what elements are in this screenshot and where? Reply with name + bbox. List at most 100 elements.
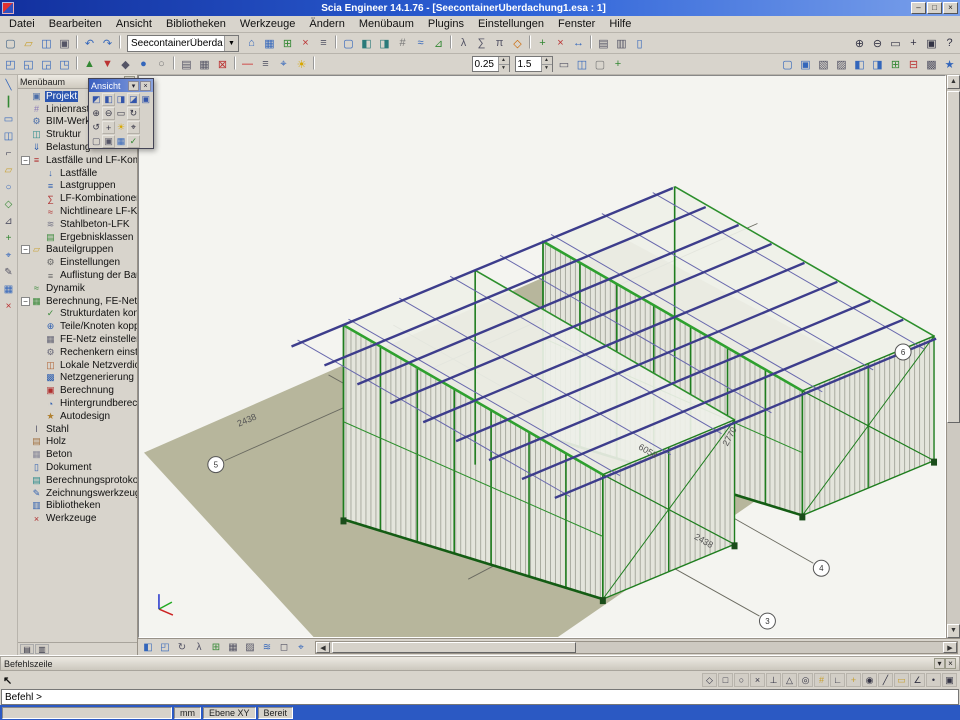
tree-expander-icon[interactable]	[21, 117, 30, 126]
save-icon[interactable]: ◫	[38, 35, 55, 52]
tree-expander-icon[interactable]	[21, 130, 30, 139]
snap-intersect-icon[interactable]: ×	[750, 673, 765, 687]
snap-box-icon[interactable]: ▭	[894, 673, 909, 687]
shade2-icon[interactable]: ▨	[833, 56, 850, 73]
snap-perp-icon[interactable]: ⊥	[766, 673, 781, 687]
zoom-out-icon[interactable]: ⊖	[869, 35, 886, 52]
vertical-scroll-thumb[interactable]	[947, 91, 960, 423]
view-z-icon[interactable]: ◪	[127, 93, 139, 106]
scroll-right-icon[interactable]: ▶	[943, 642, 957, 653]
tree-item-ergebnisklassen[interactable]: ▤ Ergebnisklassen	[18, 231, 137, 244]
tree-item-teile-knoten-koppeln[interactable]: ⊕ Teile/Knoten koppeln	[18, 320, 137, 333]
vertical-scrollbar[interactable]: ▲ ▼	[946, 75, 960, 638]
delete-icon[interactable]: ×	[297, 35, 314, 52]
grid-toggle-icon[interactable]: ⊞	[208, 640, 224, 655]
horizontal-scroll-thumb[interactable]	[332, 642, 576, 653]
view-persp-icon[interactable]: ▣	[140, 93, 152, 106]
tree-item-strukturdaten-kontrollieren[interactable]: ✓ Strukturdaten kontro	[18, 308, 137, 321]
rotate-view-icon[interactable]: ↺	[90, 121, 102, 134]
mesh-tool-icon[interactable]: ▦	[1, 281, 17, 297]
tree-expander-icon[interactable]	[35, 348, 44, 357]
tree-expander-icon[interactable]	[35, 194, 44, 203]
tree-item-lokale-netzverdichtung[interactable]: ◫ Lokale Netzverdichtur	[18, 359, 137, 372]
tree-item-auflistung-der-bauteile[interactable]: ≡ Auflistung der Bauteile	[18, 269, 137, 282]
plate-tool-icon[interactable]: ◫	[1, 128, 17, 144]
tree-expander-icon[interactable]: −	[21, 297, 30, 306]
menu-bearbeiten[interactable]: Bearbeiten	[42, 17, 109, 31]
tree-expander-icon[interactable]	[35, 181, 44, 190]
menu-hilfe[interactable]: Hilfe	[602, 17, 638, 31]
lamp-icon[interactable]: ☀	[115, 121, 127, 134]
tree-item-beton[interactable]: ▦ Beton	[18, 448, 137, 461]
frame-icon[interactable]: ◻	[276, 640, 292, 655]
tree-expander-icon[interactable]	[21, 450, 30, 459]
solid-icon[interactable]: ▼	[99, 56, 116, 73]
section-icon[interactable]: ◫	[574, 56, 591, 73]
minus-box-icon[interactable]: ⊟	[905, 56, 922, 73]
tree-item-lastfaelle[interactable]: ↓ Lastfälle	[18, 167, 137, 180]
move-icon[interactable]: ↔	[570, 35, 587, 52]
separator[interactable]	[76, 35, 78, 49]
tree-item-lastgruppen[interactable]: ≡ Lastgruppen	[18, 180, 137, 193]
tree-expander-icon[interactable]	[35, 399, 44, 408]
remove-icon[interactable]: ×	[552, 35, 569, 52]
view-axo-icon[interactable]: ◩	[90, 93, 102, 106]
view-top-icon[interactable]: ◰	[2, 56, 19, 73]
tree-expander-icon[interactable]	[35, 207, 44, 216]
tree-item-dokument[interactable]: ▯ Dokument	[18, 461, 137, 474]
project-combo[interactable]: SeecontainerÜberda ▼	[127, 35, 239, 52]
zoom-out-icon[interactable]: ⊖	[102, 107, 114, 120]
palette-menu-icon[interactable]: ▾	[128, 81, 139, 91]
tree-expander-icon[interactable]	[21, 284, 30, 293]
separator[interactable]	[119, 35, 121, 49]
zoom-in-icon[interactable]: ⊕	[90, 107, 102, 120]
tree-item-werkzeuge[interactable]: × Werkzeuge	[18, 512, 137, 525]
render-toggle-icon[interactable]: ▦	[225, 640, 241, 655]
separator[interactable]	[450, 35, 452, 49]
tree-item-holz[interactable]: ▤ Holz	[18, 436, 137, 449]
menu-fenster[interactable]: Fenster	[551, 17, 602, 31]
factor-spinner-buttons[interactable]: ▲▼	[541, 57, 552, 71]
snap-angle-icon[interactable]: ∠	[910, 673, 925, 687]
target-icon[interactable]: ⌖	[293, 640, 309, 655]
panel-tool-icon[interactable]: ▱	[1, 162, 17, 178]
tree-item-einstellungen[interactable]: ⚙ Einstellungen	[18, 256, 137, 269]
layers-icon[interactable]: ▤	[595, 35, 612, 52]
snap-node-icon[interactable]: ○	[734, 673, 749, 687]
tree-expander-icon[interactable]	[21, 92, 30, 101]
tree-expander-icon[interactable]	[21, 476, 30, 485]
menu-einstellungen[interactable]: Einstellungen	[471, 17, 551, 31]
snap-near-icon[interactable]: +	[846, 673, 861, 687]
filled-icon[interactable]: ▩	[923, 56, 940, 73]
zoom-window-icon[interactable]: ▭	[115, 107, 127, 120]
redo-icon[interactable]: ↷	[99, 35, 116, 52]
snap-ortho-icon[interactable]: ∟	[830, 673, 845, 687]
separator[interactable]	[313, 56, 315, 70]
scroll-left-icon[interactable]: ◀	[316, 642, 330, 653]
lambda-icon[interactable]: λ	[191, 640, 207, 655]
combo-dropdown-icon[interactable]: ▼	[224, 36, 238, 51]
snap-lock-icon[interactable]: ▣	[942, 673, 957, 687]
tree-item-rechenkern-einstellen[interactable]: ⚙ Rechenkern einstellen	[18, 346, 137, 359]
mesh-view-icon[interactable]: ▦	[196, 56, 213, 73]
tree-item-fe-netz-einstellen[interactable]: ▦ FE-Netz einstellen	[18, 333, 137, 346]
list2-icon[interactable]: ≡	[257, 56, 274, 73]
separator[interactable]	[529, 35, 531, 49]
spin-up-icon[interactable]: ▲	[499, 57, 509, 65]
3d-viewport[interactable]: 2438 6058 2770 2438 5 6 4 3	[138, 75, 946, 638]
center-view-icon[interactable]: ⌖	[127, 121, 139, 134]
tree-tab-1[interactable]: ▤	[20, 644, 34, 654]
circle-tool-icon[interactable]: ○	[1, 179, 17, 195]
poly-tool-icon[interactable]: ◇	[1, 196, 17, 212]
cut-tool-icon[interactable]: ×	[1, 298, 17, 314]
curve-icon[interactable]: ≈	[412, 35, 429, 52]
render-icon[interactable]: ◆	[117, 56, 134, 73]
separator[interactable]	[335, 35, 337, 49]
panel-dock-icon[interactable]: ▾	[934, 658, 945, 669]
add-member-icon[interactable]: ⊞	[279, 35, 296, 52]
tree-item-nichtlineare-lf-kombi[interactable]: ≈ Nichtlineare LF-Kombi	[18, 205, 137, 218]
lambda-icon[interactable]: λ	[455, 35, 472, 52]
snap-tangent-icon[interactable]: △	[782, 673, 797, 687]
nodes-icon[interactable]: ●	[135, 56, 152, 73]
line-tool-icon[interactable]: ╲	[1, 77, 17, 93]
